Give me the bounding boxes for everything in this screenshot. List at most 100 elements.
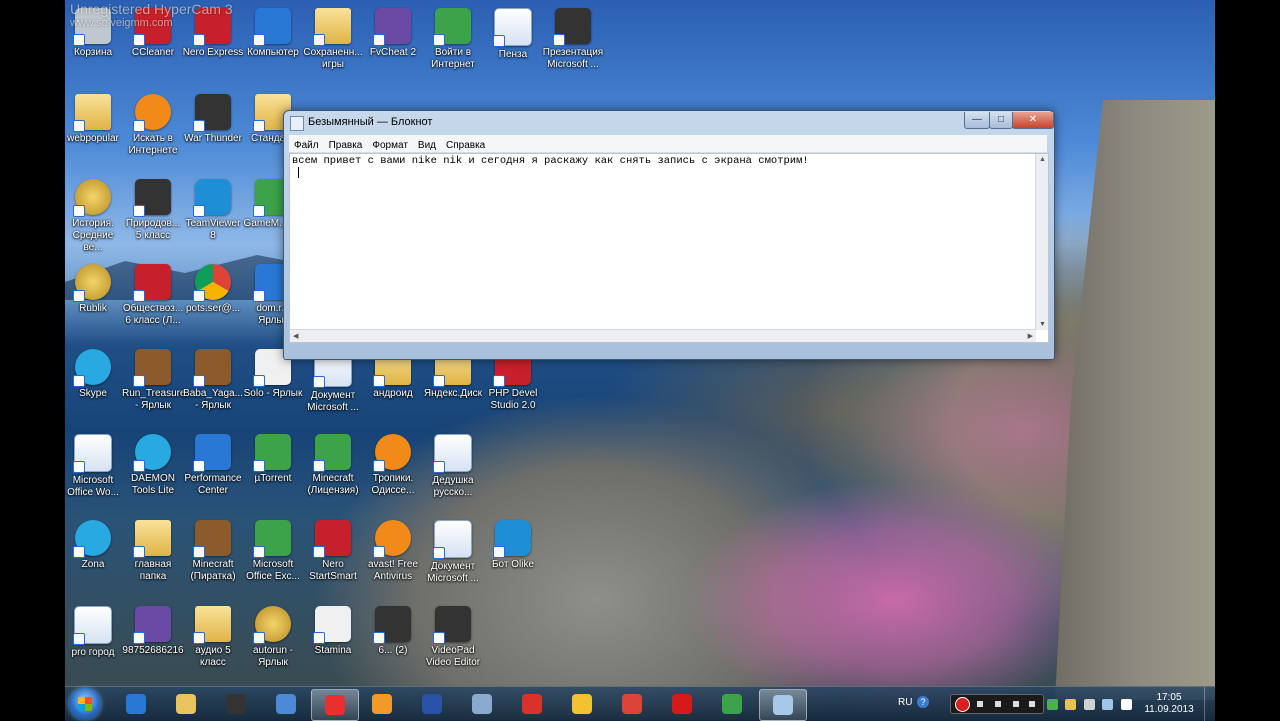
desktop-icon[interactable]: Презентация Microsoft ... — [542, 4, 604, 86]
menu-edit[interactable]: Правка — [324, 138, 368, 153]
desktop-icon[interactable]: Run_Treasure - Ярлык — [122, 345, 186, 427]
paint-taskbar-button[interactable] — [459, 689, 505, 719]
scroll-down-icon[interactable]: ▼ — [1039, 321, 1046, 328]
scroll-right-icon[interactable]: ▶ — [1028, 332, 1033, 340]
yandex-browser-taskbar-button[interactable] — [311, 689, 359, 721]
recorder-toolbar[interactable] — [950, 694, 1044, 714]
notepad-app-icon — [290, 116, 304, 131]
desktop-icon[interactable]: главная папка — [122, 516, 184, 598]
desktop-icon-label: Skype — [79, 388, 107, 399]
settings-icon[interactable] — [1029, 701, 1035, 707]
ie-taskbar-button[interactable] — [113, 689, 159, 719]
desktop-icon[interactable]: аудио 5 класс — [182, 602, 244, 684]
desktop-icon[interactable]: Сохраненн... игры — [302, 4, 364, 86]
desktop-icon[interactable]: Компьютер — [242, 4, 304, 86]
scroll-up-icon[interactable]: ▲ — [1039, 156, 1046, 163]
desktop-icon[interactable]: Войти в Интернет — [422, 4, 484, 86]
desktop-icon[interactable]: Дедушка русско... — [422, 430, 484, 512]
desktop-icon[interactable]: Microsoft Office Exc... — [242, 516, 304, 598]
desktop-icon[interactable]: War Thunder — [182, 90, 244, 172]
help-icon[interactable]: ? — [917, 696, 929, 708]
desktop-icon[interactable]: Тропики. Одиссе... — [362, 430, 424, 512]
document-icon — [493, 8, 532, 47]
internet-taskbar-button[interactable] — [709, 689, 755, 719]
desktop-icon[interactable]: FvCheat 2 — [362, 4, 424, 86]
desktop-icon[interactable]: Искать в Интернете — [122, 90, 184, 172]
notepad-icon — [773, 695, 793, 715]
menu-view[interactable]: Вид — [413, 138, 441, 153]
desktop-icon-label: Microsoft Office Exc... — [246, 559, 300, 582]
menu-format[interactable]: Формат — [367, 138, 413, 153]
explorer-taskbar-button[interactable] — [163, 689, 209, 719]
pencil-taskbar-button[interactable] — [559, 689, 605, 719]
desktop-icon[interactable]: µTorrent — [242, 430, 304, 512]
desktop-icon-label: webpopular — [67, 133, 119, 144]
pause-icon[interactable] — [995, 701, 1001, 707]
maximize-button[interactable]: □ — [989, 112, 1013, 129]
network-icon[interactable] — [1065, 699, 1077, 710]
desktop-icon[interactable]: pro город — [62, 602, 124, 684]
desktop-icon[interactable]: Бот Olike — [482, 516, 544, 598]
desktop-icon[interactable]: Nero StartSmart — [302, 516, 364, 598]
opera-taskbar-button[interactable] — [659, 689, 705, 719]
desktop-icon[interactable]: Пенза — [482, 4, 544, 86]
close-button[interactable]: ✕ — [1012, 112, 1054, 129]
stop-icon[interactable] — [977, 701, 983, 707]
hypercam-taskbar-button[interactable] — [263, 689, 309, 719]
minimize-button[interactable]: — — [964, 112, 990, 129]
notepad-taskbar-button[interactable] — [759, 689, 807, 721]
scroll-left-icon[interactable]: ◀ — [293, 332, 298, 340]
vertical-scrollbar[interactable]: ▲ ▼ — [1035, 154, 1048, 330]
notepad-window[interactable]: Безымянный — Блокнот — □ ✕ Файл Правка Фор… — [283, 110, 1055, 360]
history-icon — [73, 179, 111, 217]
desktop-icon-label: autorun - Ярлык — [252, 645, 294, 668]
desktop-icon[interactable]: Обществоз... 6 класс (Л... — [122, 260, 184, 342]
tropics-icon — [373, 434, 411, 472]
desktop-icon[interactable]: Minecraft (Пиратка) — [182, 516, 244, 598]
desktop-icon[interactable]: Природов... 5 класс — [122, 175, 184, 257]
media-player-taskbar-button[interactable] — [359, 689, 405, 719]
desktop-icon[interactable]: Документ Microsoft ... — [422, 516, 484, 598]
desktop-icon[interactable]: avast! Free Antivirus — [362, 516, 424, 598]
terminal-taskbar-button[interactable] — [213, 689, 259, 719]
yandex-taskbar-button[interactable] — [509, 689, 555, 719]
desktop-icon[interactable]: Performance Center — [182, 430, 244, 512]
wifi-icon[interactable] — [1102, 699, 1114, 710]
desktop-icon[interactable]: Skype — [62, 345, 124, 427]
battery-icon[interactable] — [1047, 699, 1058, 710]
menu-file[interactable]: Файл — [289, 138, 324, 153]
menu-help[interactable]: Справка — [441, 138, 490, 153]
save-icon — [422, 694, 442, 714]
desktop-icon[interactable]: webpopular — [62, 90, 124, 172]
start-button[interactable] — [69, 688, 101, 720]
desktop-icon[interactable]: Zona — [62, 516, 124, 598]
text-editor[interactable]: всем привет с вами nike nik и сегодня я … — [289, 153, 1049, 343]
desktop-icon[interactable]: 6... (2) — [362, 602, 424, 684]
chrome-taskbar-button[interactable] — [609, 689, 655, 719]
desktop-icon[interactable]: DAEMON Tools Lite — [122, 430, 184, 512]
desktop-icon[interactable]: Minecraft (Лицензия) — [302, 430, 364, 512]
save-taskbar-button[interactable] — [409, 689, 455, 719]
desktop-icon[interactable]: Baba_Yaga... - Ярлык — [182, 345, 244, 427]
desktop-icon-label: Корзина — [73, 47, 113, 58]
clock[interactable]: 17:05 11.09.2013 — [1139, 692, 1199, 716]
desktop-icon[interactable]: Rublik — [62, 260, 124, 342]
record-icon[interactable] — [955, 697, 970, 712]
desktop-icon[interactable]: TeamViewer 8 — [182, 175, 244, 257]
show-desktop-button[interactable] — [1204, 687, 1215, 721]
desktop-icon-label: Nero StartSmart — [309, 559, 357, 582]
desktop-icon[interactable]: VideoPad Video Editor — [422, 602, 484, 684]
desktop-icon-label: Rublik — [79, 303, 107, 314]
desktop-icon[interactable]: 98752686216 — [122, 602, 184, 684]
desktop-icon[interactable]: pots.ser@... — [182, 260, 244, 342]
language-indicator[interactable]: RU — [898, 697, 912, 708]
desktop-icon[interactable]: Stamina — [302, 602, 364, 684]
desktop-icon[interactable]: Microsoft Office Wo... — [62, 430, 124, 512]
flag-icon[interactable] — [1083, 699, 1095, 710]
document-icon — [433, 434, 472, 473]
horizontal-scrollbar[interactable]: ◀ ▶ — [290, 329, 1036, 342]
desktop-icon[interactable]: История. Средние ве... — [62, 175, 124, 257]
desktop-icon[interactable]: autorun - Ярлык — [242, 602, 304, 684]
screen-icon[interactable] — [1013, 701, 1019, 707]
volume-icon[interactable] — [1120, 699, 1132, 710]
